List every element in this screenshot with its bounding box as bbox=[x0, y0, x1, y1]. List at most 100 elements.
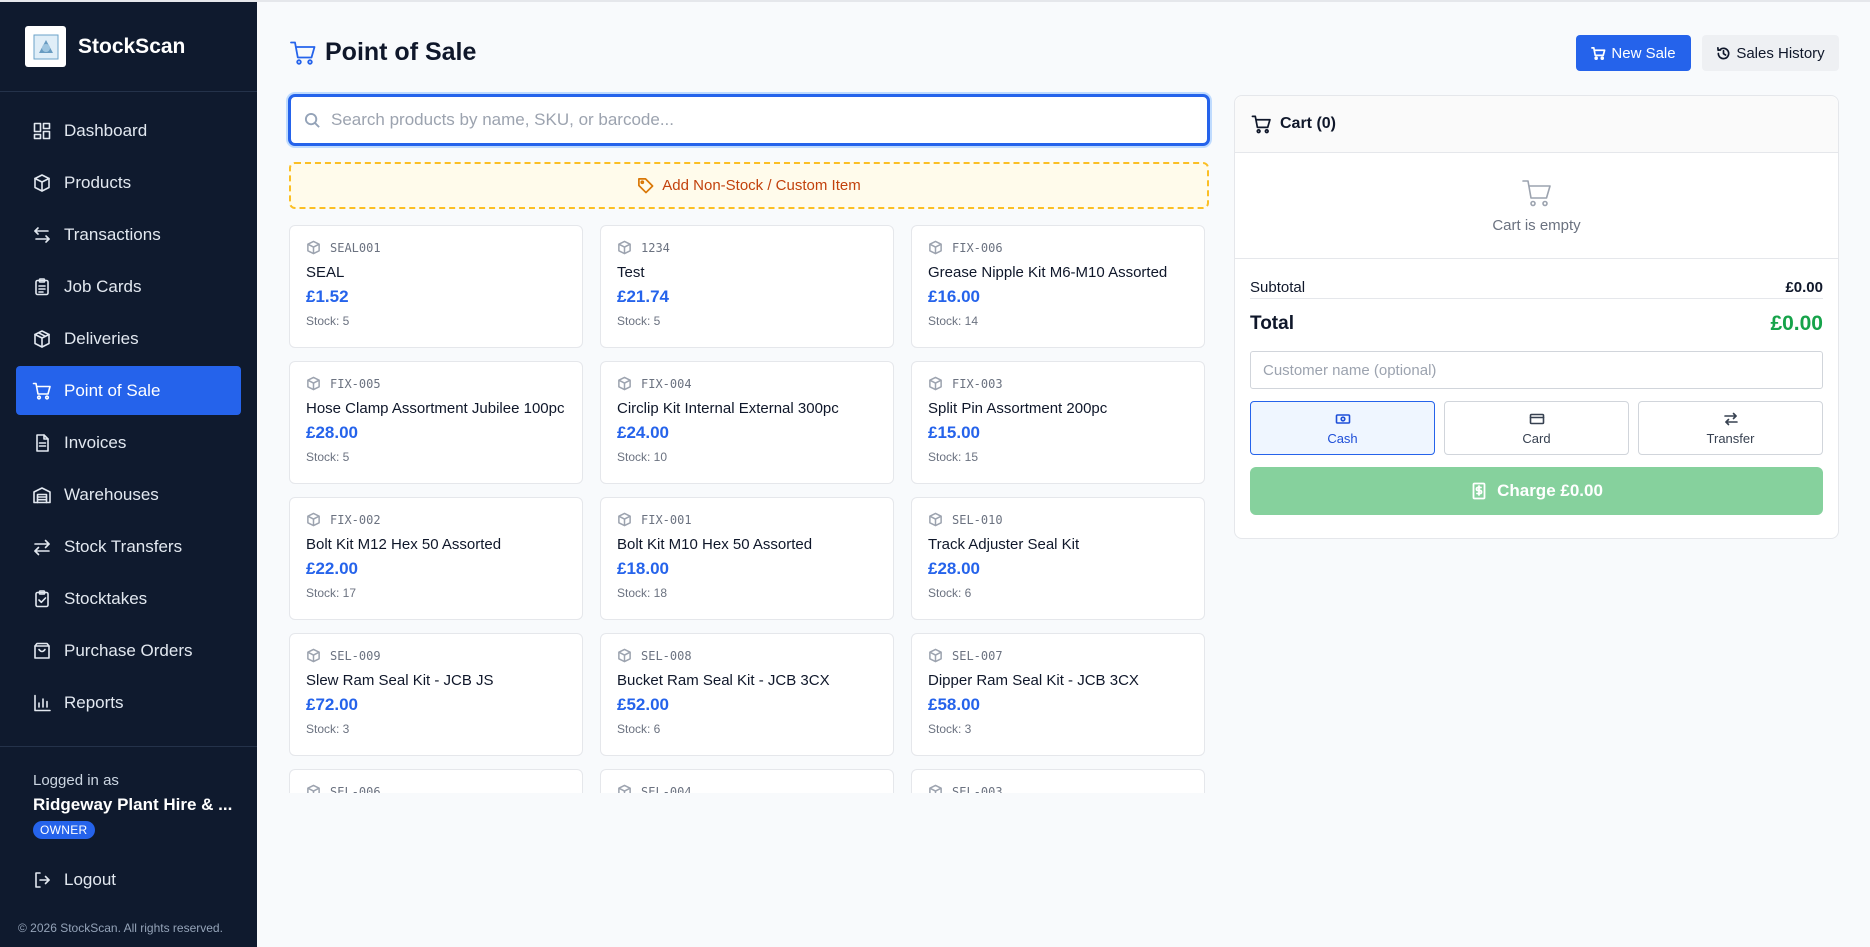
brand[interactable]: StockScan bbox=[0, 2, 257, 92]
product-card[interactable]: FIX-001 Bolt Kit M10 Hex 50 Assorted £18.0… bbox=[600, 497, 894, 620]
sidebar-item-purchase-orders[interactable]: Purchase Orders bbox=[16, 626, 241, 675]
product-stock: Stock: 15 bbox=[928, 450, 979, 464]
product-price: £52.00 bbox=[617, 695, 669, 714]
product-card[interactable]: SEL-010 Track Adjuster Seal Kit £28.00 Stoc… bbox=[911, 497, 1205, 620]
sku-text: SEL-009 bbox=[330, 648, 381, 663]
sidebar-item-label: Job Cards bbox=[64, 276, 142, 296]
sidebar-item-job-cards[interactable]: Job Cards bbox=[16, 262, 241, 311]
sku-text: FIX-002 bbox=[330, 512, 381, 527]
sidebar-item-warehouses[interactable]: Warehouses bbox=[16, 470, 241, 519]
product-card[interactable]: SEL-003 bbox=[911, 769, 1205, 793]
sidebar: StockScan Dashboard Products Transaction… bbox=[0, 0, 257, 947]
product-name: Test bbox=[617, 264, 645, 281]
payment-transfer-label: Transfer bbox=[1706, 430, 1755, 446]
customer-name-input[interactable] bbox=[1250, 351, 1823, 389]
product-price: £58.00 bbox=[928, 695, 980, 714]
charge-button[interactable]: Charge £0.00 bbox=[1250, 467, 1823, 515]
product-sku: FIX-001 bbox=[617, 512, 877, 527]
sidebar-item-dashboard[interactable]: Dashboard bbox=[16, 106, 241, 155]
sku-text: SEL-007 bbox=[952, 648, 1003, 663]
product-card[interactable]: SEL-007 Dipper Ram Seal Kit - JCB 3CX £58.… bbox=[911, 633, 1205, 756]
product-sku: SEL-010 bbox=[928, 512, 1188, 527]
product-sku: SEL-003 bbox=[928, 784, 1188, 793]
subtotal-row: Subtotal £0.00 bbox=[1250, 259, 1823, 299]
product-card[interactable]: 1234 Test £21.74 Stock: 5 bbox=[600, 225, 894, 348]
product-stock: Stock: 3 bbox=[928, 722, 972, 736]
cart-empty-text: Cart is empty bbox=[1492, 217, 1581, 234]
arrows-icon bbox=[32, 225, 52, 245]
product-sku: SEL-004 bbox=[617, 784, 877, 793]
cash-icon bbox=[1335, 413, 1350, 424]
product-card[interactable]: SEL-006 bbox=[289, 769, 583, 793]
product-sku: SEL-006 bbox=[306, 784, 566, 793]
sidebar-item-label: Purchase Orders bbox=[64, 640, 193, 660]
user-info: Logged in as Ridgeway Plant Hire & ... O… bbox=[33, 772, 232, 839]
sku-text: FIX-006 bbox=[952, 240, 1003, 255]
payment-card-button[interactable]: Card bbox=[1444, 401, 1629, 455]
payment-transfer-button[interactable]: Transfer bbox=[1638, 401, 1823, 455]
sidebar-item-invoices[interactable]: Invoices bbox=[16, 418, 241, 467]
product-card[interactable]: SEL-008 Bucket Ram Seal Kit - JCB 3CX £52.… bbox=[600, 633, 894, 756]
search-input[interactable] bbox=[331, 110, 1191, 130]
sku-text: SEL-003 bbox=[952, 784, 1003, 794]
product-price: £72.00 bbox=[306, 695, 358, 714]
sidebar-item-stocktakes[interactable]: Stocktakes bbox=[16, 574, 241, 623]
product-name: Hose Clamp Assortment Jubilee 100pc bbox=[306, 400, 565, 417]
product-card[interactable]: FIX-003 Split Pin Assortment 200pc £15.00 S… bbox=[911, 361, 1205, 484]
sidebar-item-label: Warehouses bbox=[64, 484, 159, 504]
user-name: Ridgeway Plant Hire & ... bbox=[33, 795, 233, 814]
sidebar-item-point-of-sale[interactable]: Point of Sale bbox=[16, 366, 241, 415]
sales-history-label: Sales History bbox=[1736, 44, 1825, 62]
product-card[interactable]: SEAL001 SEAL £1.52 Stock: 5 bbox=[289, 225, 583, 348]
sidebar-item-label: Deliveries bbox=[64, 328, 139, 348]
product-card[interactable]: FIX-005 Hose Clamp Assortment Jubilee 100… bbox=[289, 361, 583, 484]
box-icon bbox=[617, 648, 641, 663]
box-icon bbox=[32, 173, 52, 193]
product-card[interactable]: SEL-004 bbox=[600, 769, 894, 793]
history-icon bbox=[1717, 46, 1730, 59]
payment-card-label: Card bbox=[1522, 430, 1551, 446]
sidebar-item-deliveries[interactable]: Deliveries bbox=[16, 314, 241, 363]
sidebar-item-transactions[interactable]: Transactions bbox=[16, 210, 241, 259]
package-icon bbox=[32, 329, 52, 349]
sku-text: FIX-003 bbox=[952, 376, 1003, 391]
product-card[interactable]: FIX-004 Circlip Kit Internal External 300… bbox=[600, 361, 894, 484]
product-sku: SEL-009 bbox=[306, 648, 566, 663]
box-icon bbox=[617, 784, 641, 793]
sidebar-item-stock-transfers[interactable]: Stock Transfers bbox=[16, 522, 241, 571]
sku-text: SEL-006 bbox=[330, 784, 381, 794]
logged-in-label: Logged in as bbox=[33, 772, 119, 789]
product-stock: Stock: 6 bbox=[928, 586, 972, 600]
top-border bbox=[257, 0, 1870, 2]
product-card[interactable]: FIX-006 Grease Nipple Kit M6-M10 Assorted… bbox=[911, 225, 1205, 348]
sku-text: SEAL001 bbox=[330, 240, 381, 255]
total-label: Total bbox=[1250, 313, 1294, 334]
product-price: £18.00 bbox=[617, 559, 669, 578]
sku-text: SEL-010 bbox=[952, 512, 1003, 527]
product-name: Grease Nipple Kit M6-M10 Assorted bbox=[928, 264, 1168, 281]
product-card[interactable]: SEL-009 Slew Ram Seal Kit - JCB JS £72.00 S… bbox=[289, 633, 583, 756]
sidebar-item-label: Stock Transfers bbox=[64, 536, 183, 556]
cart-icon bbox=[1591, 46, 1606, 60]
receipt-icon bbox=[1472, 482, 1486, 500]
search-box[interactable] bbox=[288, 94, 1210, 146]
payment-cash-button[interactable]: Cash bbox=[1250, 401, 1435, 455]
product-sku: FIX-004 bbox=[617, 376, 877, 391]
sidebar-item-products[interactable]: Products bbox=[16, 158, 241, 207]
product-sku: 1234 bbox=[617, 240, 877, 255]
add-custom-item-button[interactable]: Add Non-Stock / Custom Item bbox=[289, 162, 1209, 209]
sales-history-button[interactable]: Sales History bbox=[1702, 35, 1839, 71]
product-price: £28.00 bbox=[928, 559, 980, 578]
product-stock: Stock: 5 bbox=[306, 314, 350, 328]
product-sku: FIX-002 bbox=[306, 512, 566, 527]
product-card[interactable]: FIX-002 Bolt Kit M12 Hex 50 Assorted £22.0… bbox=[289, 497, 583, 620]
box-icon bbox=[306, 376, 330, 391]
new-sale-button[interactable]: New Sale bbox=[1576, 35, 1691, 71]
divider bbox=[0, 746, 257, 747]
box-icon bbox=[928, 648, 952, 663]
product-grid-scroll[interactable]: SEAL001 SEAL £1.52 Stock: 5 1234 Test £21.74 St… bbox=[289, 225, 1211, 793]
product-name: SEAL bbox=[306, 264, 345, 281]
sidebar-item-reports[interactable]: Reports bbox=[16, 678, 241, 727]
product-sku: FIX-006 bbox=[928, 240, 1188, 255]
logout-button[interactable]: Logout bbox=[16, 856, 241, 904]
